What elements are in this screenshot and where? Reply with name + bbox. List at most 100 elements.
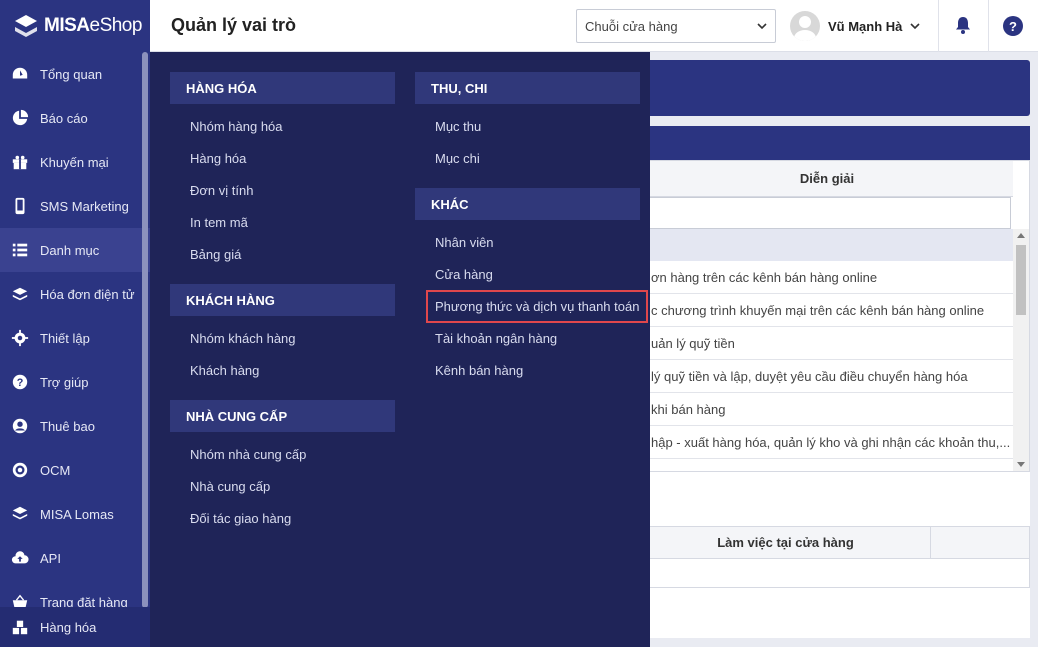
menu-group-title: THU, CHI <box>415 72 640 104</box>
sidebar-item-label: OCM <box>40 462 71 478</box>
sidebar-item-label: Danh mục <box>40 242 100 258</box>
store-chain-select[interactable]: Chuỗi cửa hàng <box>576 9 776 43</box>
sidebar-item-pie-chart[interactable]: Báo cáo <box>0 96 150 140</box>
sidebar-item-label: Hóa đơn điện tử <box>40 286 135 302</box>
content-area <box>640 588 1030 638</box>
menu-group-title: HÀNG HÓA <box>170 72 395 104</box>
user-menu[interactable]: Vũ Mạnh Hà <box>790 11 920 41</box>
chevron-down-icon <box>910 23 920 30</box>
sidebar-item-phone[interactable]: SMS Marketing <box>0 184 150 228</box>
category-mega-menu: HÀNG HÓA Nhóm hàng hóa Hàng hóa Đơn vị tính… <box>150 52 650 647</box>
menu-item[interactable]: Nhóm hàng hóa <box>190 119 283 134</box>
ocm-icon <box>10 460 30 480</box>
user-name: Vũ Mạnh Hà <box>828 18 903 34</box>
menu-group-title: KHÁC <box>415 188 640 220</box>
sidebar-item-cloud-upload[interactable]: API <box>0 536 150 580</box>
scroll-down-icon[interactable] <box>1017 462 1025 467</box>
help-icon[interactable]: ? <box>1003 16 1023 36</box>
sidebar-item-help[interactable]: ? Trợ giúp <box>0 360 150 404</box>
table-row-selected[interactable] <box>641 229 1013 261</box>
table-row[interactable]: hập - xuất hàng hóa, quản lý kho và ghi … <box>641 426 1013 459</box>
table-scrollbar[interactable] <box>1013 229 1029 471</box>
logo-text-rest: eShop <box>89 15 143 36</box>
menu-item[interactable]: Khách hàng <box>190 363 259 378</box>
table-row[interactable]: uản lý quỹ tiền <box>641 327 1013 360</box>
sidebar-item-layers[interactable]: MISA Lomas <box>0 492 150 536</box>
sidebar-item-gear[interactable]: Thiết lập <box>0 316 150 360</box>
menu-item[interactable]: Nhân viên <box>435 235 494 250</box>
sidebar-item-label: API <box>40 550 61 566</box>
sidebar: MISAeShop Tổng quan Báo cáo Khuyến mại SMS … <box>0 0 150 647</box>
logo-text-bold: MISA <box>44 15 90 36</box>
chevron-down-icon <box>757 23 767 30</box>
invoice-icon <box>10 284 30 304</box>
menu-item[interactable]: Đối tác giao hàng <box>190 511 291 526</box>
sidebar-item-label: SMS Marketing <box>40 198 129 214</box>
column-header-empty <box>931 527 1029 559</box>
menu-group-title: NHÀ CUNG CẤP <box>170 400 395 432</box>
table-row[interactable]: lý quỹ tiền và lập, duyệt yêu cầu điều c… <box>641 360 1013 393</box>
sidebar-item-invoice[interactable]: Hóa đơn điện tử <box>0 272 150 316</box>
store-select-value: Chuỗi cửa hàng <box>585 19 678 34</box>
list-icon <box>10 240 30 260</box>
sidebar-item-label: MISA Lomas <box>40 506 114 522</box>
menu-item[interactable]: Mục thu <box>435 119 481 134</box>
column-header-description[interactable]: Diễn giải <box>641 161 1013 197</box>
menu-item[interactable]: Bảng giá <box>190 247 241 262</box>
header-divider <box>938 0 939 52</box>
dashboard-icon <box>10 64 30 84</box>
menu-item[interactable]: Nhà cung cấp <box>190 479 270 494</box>
top-header: Quản lý vai trò Chuỗi cửa hàng Vũ Mạnh H… <box>150 0 1038 52</box>
phone-icon <box>10 196 30 216</box>
description-filter-input[interactable] <box>641 197 1011 229</box>
app-logo[interactable]: MISAeShop <box>0 0 150 52</box>
table-row[interactable]: ơn hàng trên các kênh bán hàng online <box>641 261 1013 294</box>
sidebar-item-label: Thiết lập <box>40 330 90 346</box>
scroll-up-icon[interactable] <box>1017 233 1025 238</box>
menu-item[interactable]: Phương thức và dịch vụ thanh toán <box>426 290 649 323</box>
svg-text:?: ? <box>17 377 24 389</box>
sidebar-item-goods[interactable]: Hàng hóa <box>0 607 150 647</box>
menu-item[interactable]: Nhóm nhà cung cấp <box>190 447 306 462</box>
sidebar-item-label: Trợ giúp <box>40 374 89 390</box>
sidebar-item-label: Thuê bao <box>40 418 95 434</box>
misa-logo-icon <box>12 12 40 40</box>
table-row[interactable]: khi bán hàng <box>641 393 1013 426</box>
scrollbar-thumb[interactable] <box>1016 245 1026 315</box>
boxes-icon <box>10 617 30 637</box>
help-icon: ? <box>10 372 30 392</box>
user-circle-icon <box>10 416 30 436</box>
menu-item[interactable]: Kênh bán hàng <box>435 363 523 378</box>
menu-item[interactable]: In tem mã <box>190 215 248 230</box>
content-area <box>640 472 1030 526</box>
table-row[interactable]: c chương trình khuyến mại trên các kênh … <box>641 294 1013 327</box>
cloud-upload-icon <box>10 548 30 568</box>
menu-item[interactable]: Cửa hàng <box>435 267 493 282</box>
sidebar-item-list[interactable]: Danh mục <box>0 228 150 272</box>
bell-icon[interactable] <box>953 15 973 35</box>
sidebar-item-user-circle[interactable]: Thuê bao <box>0 404 150 448</box>
content-banner <box>640 60 1030 116</box>
sidebar-item-label: Báo cáo <box>40 110 88 126</box>
panel-header <box>640 126 1030 160</box>
menu-item[interactable]: Hàng hóa <box>190 151 246 166</box>
menu-item[interactable]: Tài khoản ngân hàng <box>435 331 557 346</box>
avatar <box>790 11 820 41</box>
stores-table: Làm việc tại cửa hàng <box>640 526 1030 588</box>
menu-item[interactable]: Đơn vị tính <box>190 183 253 198</box>
menu-item[interactable]: Mục chi <box>435 151 480 166</box>
header-divider <box>988 0 989 52</box>
sidebar-item-dashboard[interactable]: Tổng quan <box>0 52 150 96</box>
layers-icon <box>10 504 30 524</box>
roles-table: Diễn giải ơn hàng trên các kênh bán hàng… <box>640 160 1030 472</box>
sidebar-item-label: Khuyến mại <box>40 154 109 170</box>
gear-icon <box>10 328 30 348</box>
column-header-work-at-store[interactable]: Làm việc tại cửa hàng <box>641 527 931 559</box>
gift-icon <box>10 152 30 172</box>
menu-item[interactable]: Nhóm khách hàng <box>190 331 296 346</box>
sidebar-item-ocm[interactable]: OCM <box>0 448 150 492</box>
sidebar-item-label: Hàng hóa <box>40 619 97 635</box>
sidebar-scrollbar[interactable] <box>142 52 148 608</box>
sidebar-item-label: Tổng quan <box>40 66 103 82</box>
sidebar-item-gift[interactable]: Khuyến mại <box>0 140 150 184</box>
